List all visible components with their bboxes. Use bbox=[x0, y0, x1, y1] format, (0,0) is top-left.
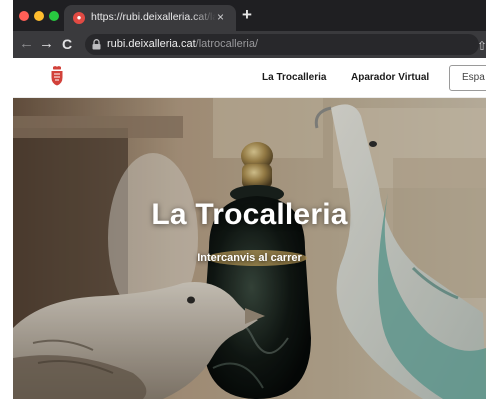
browser-toolbar: ← → C rubi.deixalleria.cat/latrocalleria… bbox=[13, 31, 486, 58]
browser-tab[interactable]: ● https://rubi.deixalleria.cat/latrocall… bbox=[64, 5, 236, 31]
hero-banner: La Trocalleria Intercanvis al carrer bbox=[13, 98, 486, 399]
coat-of-arms-icon[interactable] bbox=[50, 66, 64, 86]
nav-link-la-trocalleria[interactable]: La Trocalleria bbox=[262, 72, 326, 83]
hero-photo bbox=[13, 98, 486, 399]
tab-title: https://rubi.deixalleria.cat/latrocaller… bbox=[91, 11, 216, 23]
lock-icon bbox=[92, 39, 101, 50]
maximize-window-button[interactable] bbox=[49, 11, 59, 21]
share-icon[interactable]: ⇧ bbox=[477, 39, 486, 53]
hero-title: La Trocalleria bbox=[151, 198, 348, 231]
forward-arrow-icon[interactable]: → bbox=[39, 35, 54, 53]
deixalleria-favicon-icon: ● bbox=[73, 12, 85, 24]
url-host: rubi.deixalleria.cat bbox=[107, 38, 196, 50]
browser-tab-strip: ● https://rubi.deixalleria.cat/latrocall… bbox=[13, 0, 486, 31]
close-tab-icon[interactable]: × bbox=[217, 10, 224, 24]
minimize-window-button[interactable] bbox=[34, 11, 44, 21]
site-header: La Trocalleria Aparador Virtual Espa bbox=[13, 58, 486, 98]
back-arrow-icon[interactable]: ← bbox=[19, 35, 34, 53]
reload-icon[interactable]: C bbox=[62, 35, 72, 53]
new-tab-button[interactable]: + bbox=[242, 6, 252, 24]
close-window-button[interactable] bbox=[19, 11, 29, 21]
url-text[interactable]: rubi.deixalleria.cat/latrocalleria/ bbox=[107, 38, 258, 50]
hero-subtitle: Intercanvis al carrer bbox=[197, 252, 302, 264]
url-path: /latrocalleria/ bbox=[195, 38, 259, 50]
address-bar[interactable]: rubi.deixalleria.cat/latrocalleria/ ⇧ ☆ bbox=[85, 34, 486, 55]
language-selector-button[interactable]: Espa bbox=[449, 65, 486, 91]
nav-link-aparador-virtual[interactable]: Aparador Virtual bbox=[351, 72, 429, 83]
